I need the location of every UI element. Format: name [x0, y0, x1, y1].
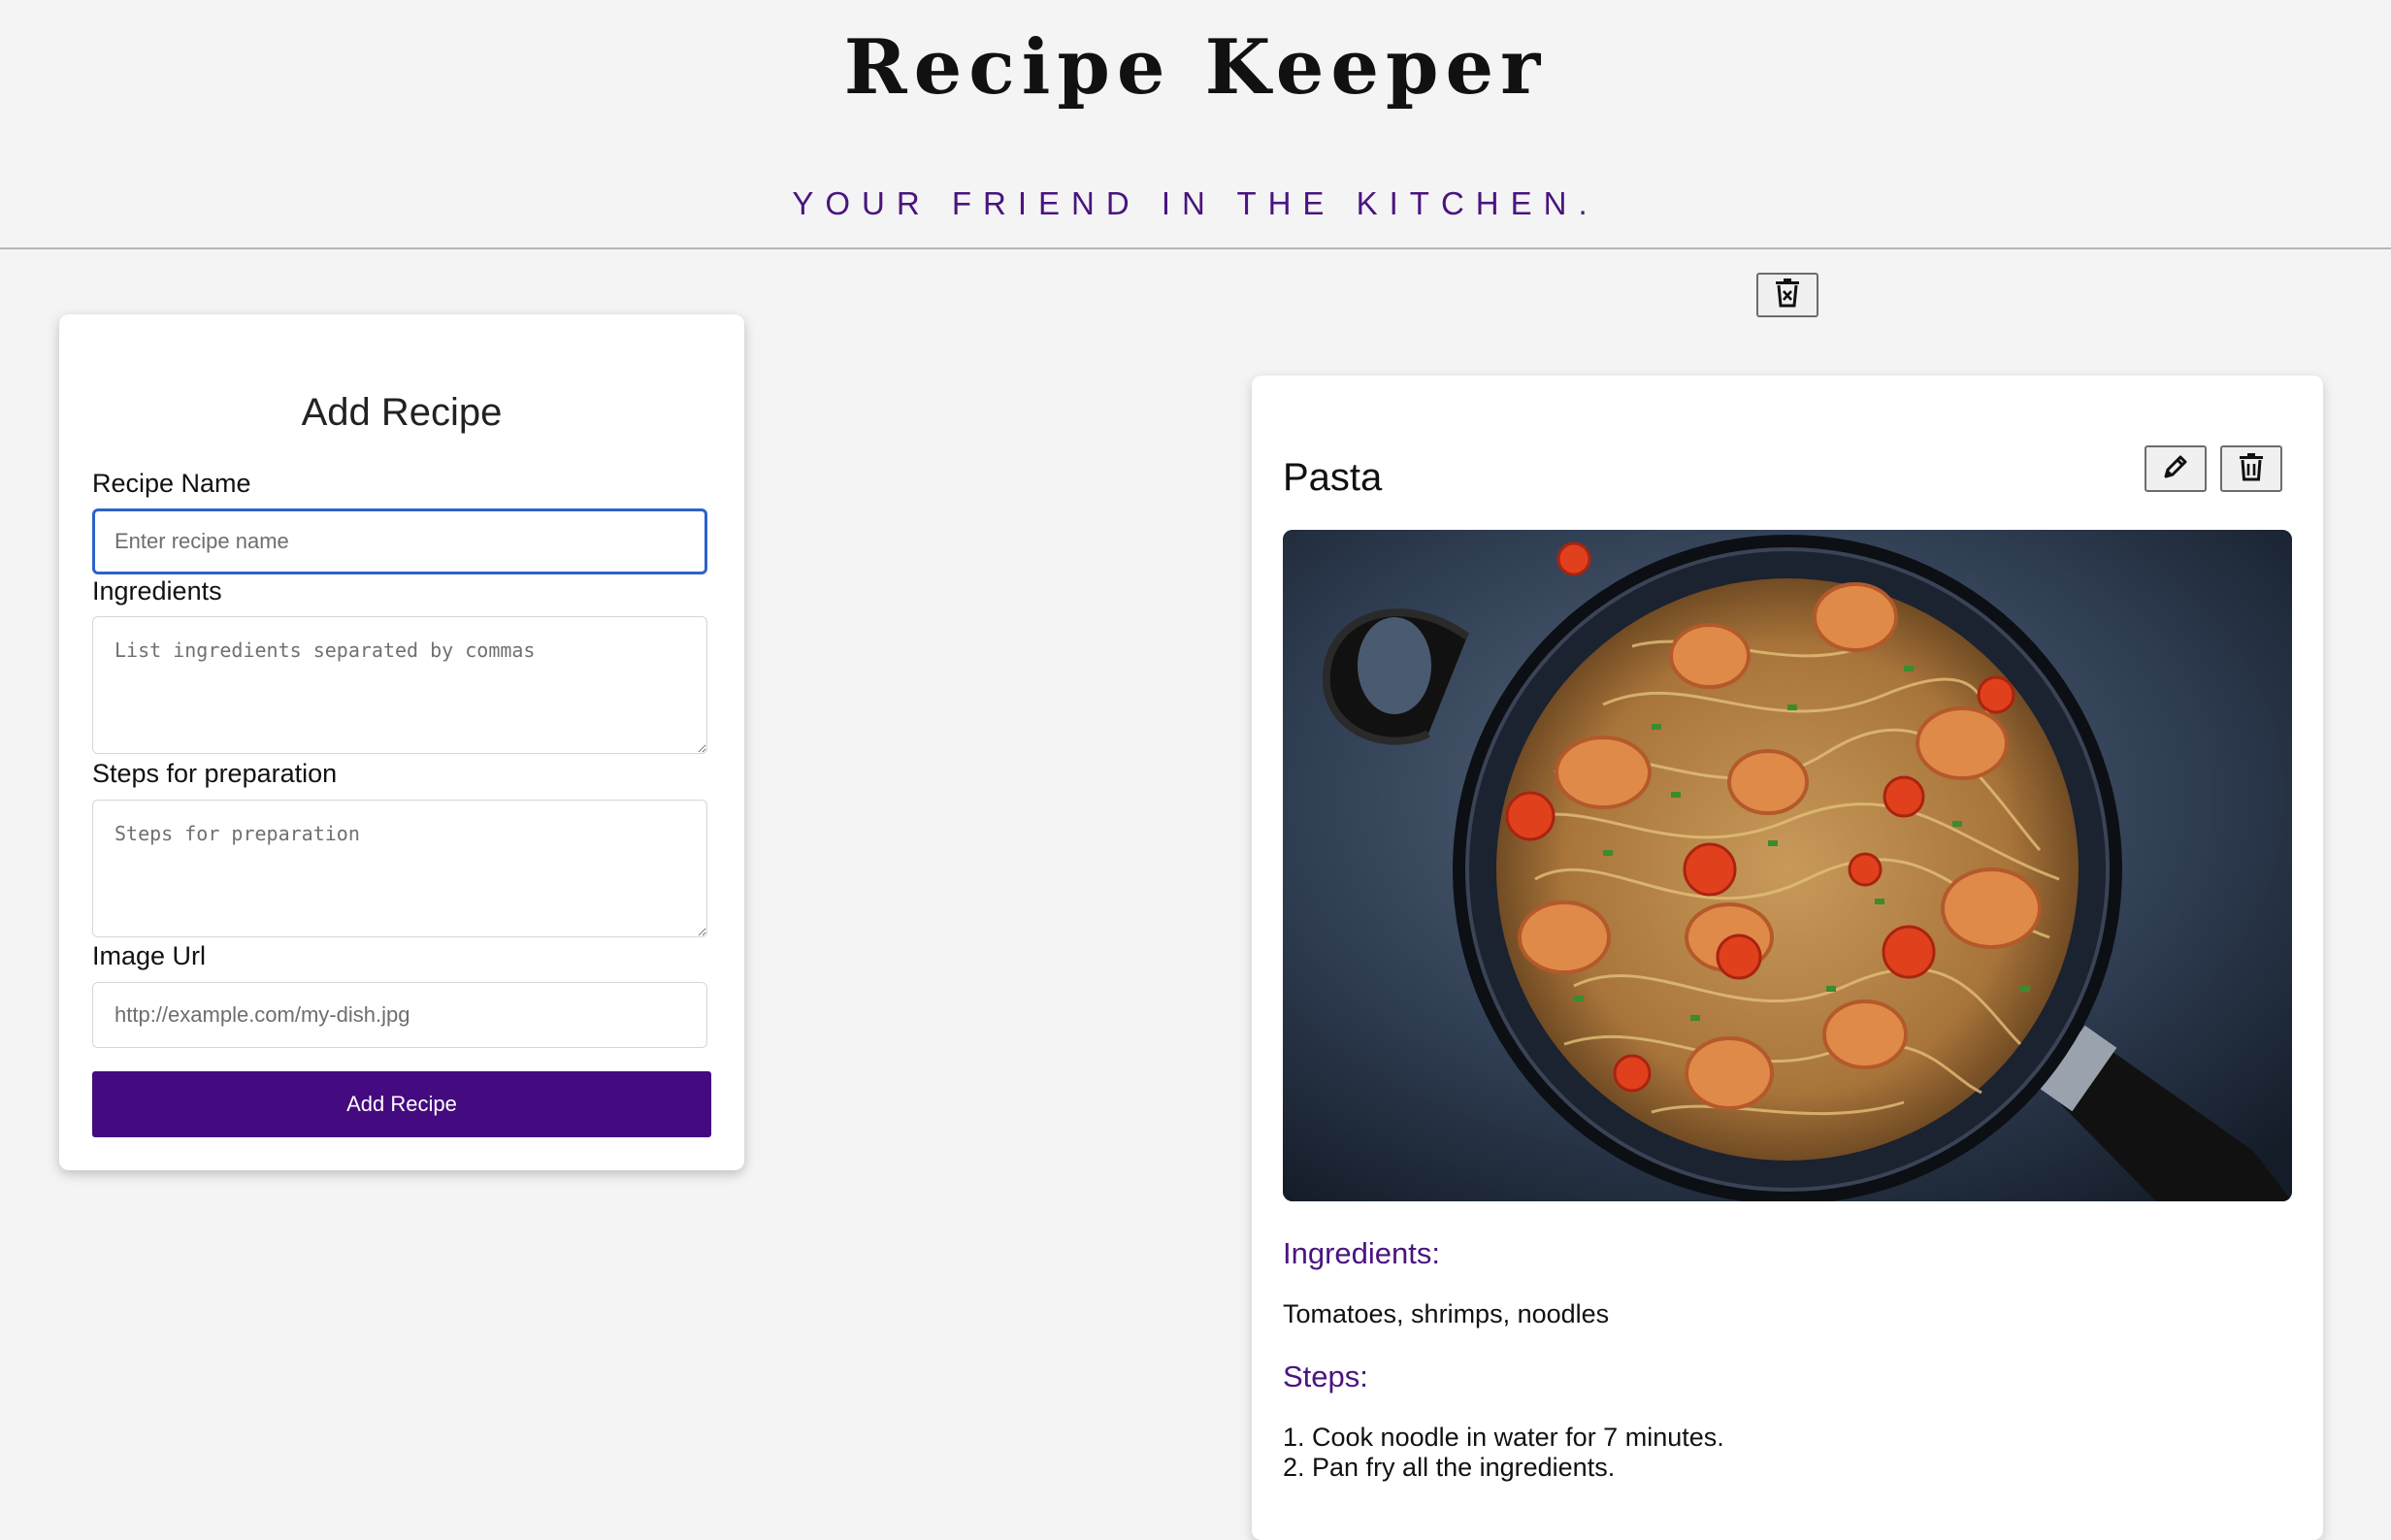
- ingredients-text: Tomatoes, shrimps, noodles: [1283, 1299, 1610, 1328]
- recipe-card: Pasta Ingredients: Tomatoes, shrimps, no…: [1252, 376, 2323, 1540]
- steps-label: Steps for preparation: [92, 759, 338, 788]
- add-recipe-button[interactable]: Add Recipe: [92, 1071, 711, 1137]
- pencil-icon: [2161, 452, 2190, 486]
- form-title: Add Recipe: [301, 391, 503, 434]
- clear-all-button[interactable]: [1756, 273, 1818, 317]
- trash-x-icon: [1774, 278, 1801, 312]
- step-item: 2. Pan fry all the ingredients.: [1283, 1453, 1616, 1482]
- trash-icon: [2238, 452, 2265, 486]
- ingredients-heading: Ingredients:: [1283, 1236, 1440, 1270]
- page-header: Recipe Keeper YOUR FRIEND IN THE KITCHEN…: [0, 0, 2391, 249]
- recipe-name-label: Recipe Name: [92, 469, 251, 498]
- image-url-label: Image Url: [92, 941, 207, 970]
- delete-recipe-button[interactable]: [2220, 445, 2282, 492]
- recipe-name-input[interactable]: [92, 508, 707, 574]
- add-recipe-form: Add Recipe Recipe Name Ingredients Steps…: [59, 314, 744, 1170]
- edit-recipe-button[interactable]: [2145, 445, 2207, 492]
- ingredients-textarea[interactable]: [92, 616, 707, 754]
- steps-textarea[interactable]: [92, 800, 707, 937]
- pasta-dish-image: [1283, 530, 2292, 1201]
- step-item: 1. Cook noodle in water for 7 minutes.: [1283, 1423, 1724, 1452]
- steps-heading: Steps:: [1283, 1360, 1368, 1393]
- app-title: Recipe Keeper: [843, 23, 1548, 112]
- recipe-title: Pasta: [1283, 456, 1383, 499]
- ingredients-label: Ingredients: [92, 576, 222, 606]
- image-url-input[interactable]: [92, 982, 707, 1048]
- app-tagline: YOUR FRIEND IN THE KITCHEN.: [792, 185, 1599, 221]
